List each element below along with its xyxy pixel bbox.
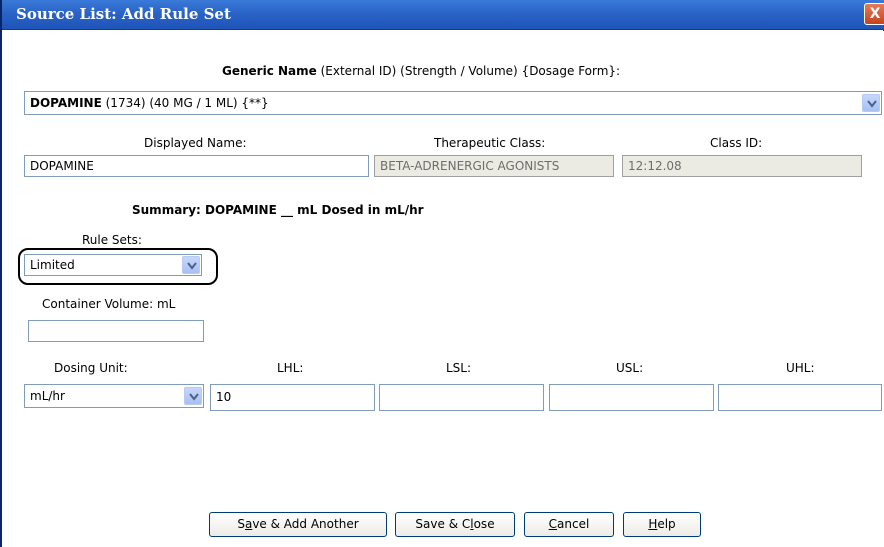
therapeutic-class-label: Therapeutic Class:: [434, 136, 546, 150]
lhl-label: LHL:: [277, 361, 304, 375]
help-button[interactable]: Help: [623, 512, 701, 537]
dialog-title: Source List: Add Rule Set: [16, 5, 231, 23]
help-label-post: elp: [657, 517, 676, 531]
generic-name-selected-bold: DOPAMINE: [30, 96, 102, 110]
save-close-label-post: ose: [473, 517, 495, 531]
save-and-add-another-button[interactable]: Save & Add Another: [209, 512, 387, 537]
chevron-down-icon[interactable]: [184, 387, 202, 405]
rule-sets-select[interactable]: Limited: [24, 254, 202, 276]
generic-name-header-bold: Generic Name: [222, 64, 317, 78]
dosing-unit-select[interactable]: mL/hr: [24, 384, 204, 408]
rule-sets-label: Rule Sets:: [82, 233, 142, 247]
cancel-mnemonic: C: [548, 517, 558, 531]
title-bar[interactable]: Source List: Add Rule Set X: [2, 0, 884, 30]
dialog-window: Source List: Add Rule Set X Generic Name…: [0, 0, 884, 547]
displayed-name-label: Displayed Name:: [144, 136, 247, 150]
cancel-button[interactable]: Cancel: [524, 512, 614, 537]
chevron-down-icon[interactable]: [182, 256, 200, 274]
dosing-unit-label: Dosing Unit:: [54, 361, 128, 375]
close-button[interactable]: X: [864, 3, 884, 25]
generic-name-header: Generic Name (External ID) (Strength / V…: [222, 64, 620, 78]
dialog-body: Generic Name (External ID) (Strength / V…: [4, 31, 884, 547]
save-add-label-post: ve & Add Another: [252, 517, 359, 531]
uhl-input[interactable]: [718, 384, 882, 411]
generic-name-select[interactable]: DOPAMINE (1734) (40 MG / 1 ML) {**}: [24, 91, 882, 115]
uhl-label: UHL:: [786, 361, 815, 375]
container-volume-input[interactable]: [28, 320, 204, 342]
class-id-field: 12:12.08: [622, 155, 862, 177]
generic-name-header-rest: (External ID) (Strength / Volume) {Dosag…: [320, 64, 621, 78]
summary-text: Summary: DOPAMINE __ mL Dosed in mL/hr: [132, 203, 424, 217]
usl-label: USL:: [616, 361, 644, 375]
container-volume-label: Container Volume: mL: [42, 297, 176, 311]
save-close-label-pre: Save & C: [415, 517, 471, 531]
lhl-input[interactable]: 10: [210, 384, 375, 411]
close-icon: X: [869, 6, 881, 22]
lsl-input[interactable]: [379, 384, 544, 411]
save-add-label-pre: S: [237, 517, 245, 531]
generic-name-selected-rest: (1734) (40 MG / 1 ML) {**}: [105, 96, 269, 110]
save-and-close-button[interactable]: Save & Close: [395, 512, 515, 537]
help-mnemonic: H: [648, 517, 658, 531]
cancel-label-post: ancel: [557, 517, 590, 531]
usl-input[interactable]: [549, 384, 714, 411]
therapeutic-class-field: BETA-ADRENERGIC AGONISTS: [374, 155, 614, 177]
class-id-label: Class ID:: [710, 136, 763, 150]
displayed-name-input[interactable]: DOPAMINE: [24, 155, 369, 177]
chevron-down-icon[interactable]: [862, 94, 880, 112]
lsl-label: LSL:: [446, 361, 472, 375]
rule-sets-value: Limited: [30, 258, 75, 272]
dosing-unit-value: mL/hr: [30, 389, 65, 403]
